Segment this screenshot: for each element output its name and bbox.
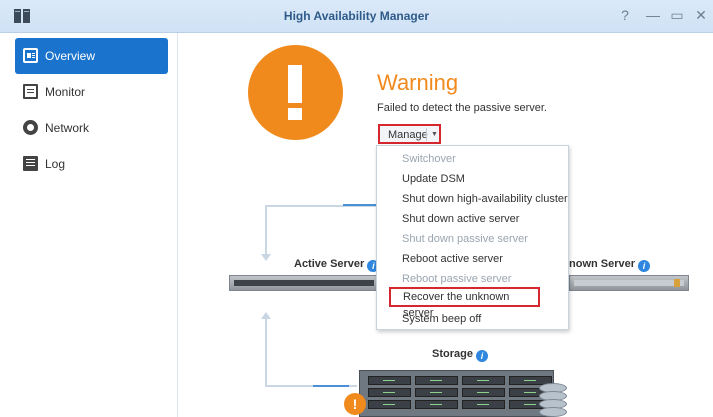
close-icon[interactable]: ✕: [693, 7, 709, 24]
window-title: High Availability Manager: [283, 9, 430, 23]
sidebar-item-label: Network: [45, 121, 90, 135]
log-icon: [23, 156, 38, 171]
sidebar-item-network[interactable]: Network: [15, 110, 168, 146]
help-icon[interactable]: ?: [617, 7, 633, 23]
status-title: Warning: [377, 70, 459, 95]
divider: [426, 128, 427, 141]
sidebar-item-label: Overview: [45, 49, 96, 63]
unknown-server-label-text: nown Server: [569, 258, 636, 270]
menu-item-reboot-active[interactable]: Reboot active server: [377, 249, 568, 269]
storage-label-text: Storage: [432, 348, 473, 360]
sync-flow-line: [343, 204, 376, 206]
monitor-icon: [23, 84, 38, 99]
status-led-icon: [674, 279, 680, 287]
menu-item-reboot-passive: Reboot passive server: [402, 273, 512, 285]
sync-flow-line: [313, 385, 349, 387]
active-server-label: Active Server i: [294, 258, 380, 272]
active-server-label-text: Active Server: [294, 258, 365, 270]
menu-item-beep-off[interactable]: System beep off: [377, 309, 568, 329]
unknown-server-rack[interactable]: [569, 275, 689, 291]
database-icon: [539, 383, 567, 417]
manage-button[interactable]: Manage ▼: [378, 124, 441, 144]
sidebar-item-label: Log: [45, 157, 66, 171]
info-icon[interactable]: i: [638, 260, 651, 272]
warning-icon: [248, 45, 343, 140]
warning-badge-icon: !: [344, 393, 366, 415]
sidebar-item-log[interactable]: Log: [15, 146, 168, 182]
manage-menu: Switchover Update DSM Shut down high-ava…: [376, 145, 569, 330]
status-message: Failed to detect the passive server.: [377, 102, 547, 114]
arrow-down-icon: [261, 254, 271, 261]
title-bar: High Availability Manager ? — ▭ ✕: [0, 0, 713, 33]
storage-label: Storage i: [432, 348, 488, 362]
storage-enclosure[interactable]: [359, 370, 554, 417]
sidebar-item-overview[interactable]: Overview: [15, 38, 168, 74]
menu-item-switchover: Switchover: [402, 153, 456, 165]
unknown-server-label: nown Server i: [569, 258, 651, 272]
menu-item-recover-unknown[interactable]: Recover the unknown server: [389, 287, 540, 319]
maximize-icon[interactable]: ▭: [669, 7, 685, 24]
manage-button-label: Manage: [388, 129, 428, 141]
arrow-up-icon: [261, 312, 271, 319]
overview-icon: [23, 48, 38, 63]
minimize-icon[interactable]: —: [645, 7, 661, 23]
sidebar-item-label: Monitor: [45, 85, 86, 99]
info-icon[interactable]: i: [475, 350, 488, 362]
active-server-rack[interactable]: [229, 275, 379, 291]
network-icon: [23, 120, 38, 135]
connector-line: [265, 205, 267, 255]
sidebar-item-monitor[interactable]: Monitor: [15, 74, 168, 110]
menu-item-shutdown-cluster[interactable]: Shut down high-availability cluster: [377, 189, 568, 209]
chevron-down-icon[interactable]: ▼: [431, 131, 438, 138]
sidebar: Overview Monitor Network Log: [0, 33, 178, 417]
connector-line: [265, 318, 267, 386]
menu-item-shutdown-active[interactable]: Shut down active server: [377, 209, 568, 229]
menu-item-shutdown-passive: Shut down passive server: [402, 233, 528, 245]
menu-item-update-dsm[interactable]: Update DSM: [377, 169, 568, 189]
